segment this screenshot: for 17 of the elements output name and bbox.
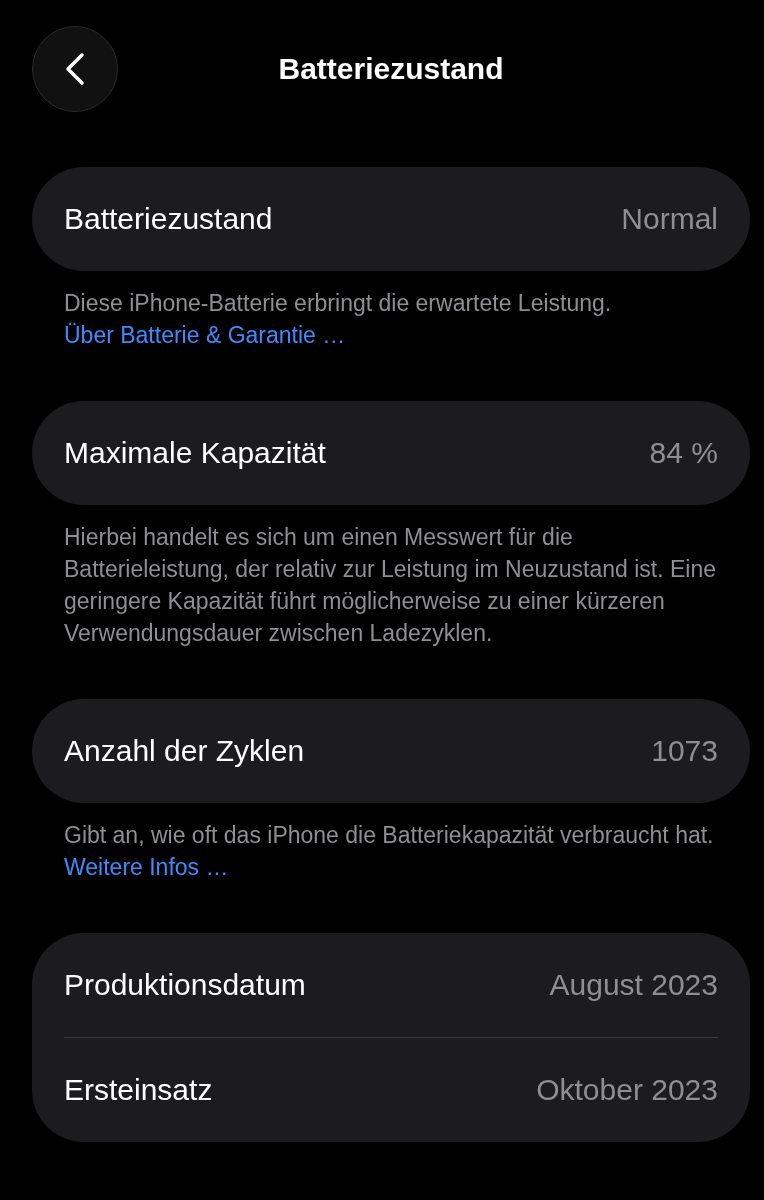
row-value: 84 % [649,436,718,470]
footnote-text: Gibt an, wie oft das iPhone die Batteriekapazität verbraucht hat. Weitere Infos … [64,821,715,882]
row-label: Batteriezustand [64,202,273,236]
info-link[interactable]: Weitere Infos … [64,854,229,880]
row-value: August 2023 [549,968,718,1002]
row-label: Maximale Kapazität [64,436,326,470]
chevron-left-icon [65,52,85,86]
row-value: Normal [621,202,718,236]
footnote-text: Diese iPhone-Batterie erbringt die erwartete Leistung. Über Batterie & Garantie … [64,289,613,350]
page-title: Batteriezustand [278,52,504,86]
row-label: Anzahl der Zyklen [64,734,305,768]
footnote-text: Hierbei handelt es sich um einen Messwert für die Batterieleistung, der relativ zur Leistung im Neuzustand ist. Eine geringere Kapazität führt möglicherweise zu einer kürzeren Verwendungsdauer zwischen Ladezyklen. [64,523,717,648]
row-value: Oktober 2023 [536,1073,718,1107]
info-link[interactable]: Über Batterie & Garantie … [64,322,346,348]
row-label: Ersteinsatz [64,1073,213,1107]
row-label: Produktionsdatum [64,968,306,1002]
row-value: 1073 [651,734,718,768]
